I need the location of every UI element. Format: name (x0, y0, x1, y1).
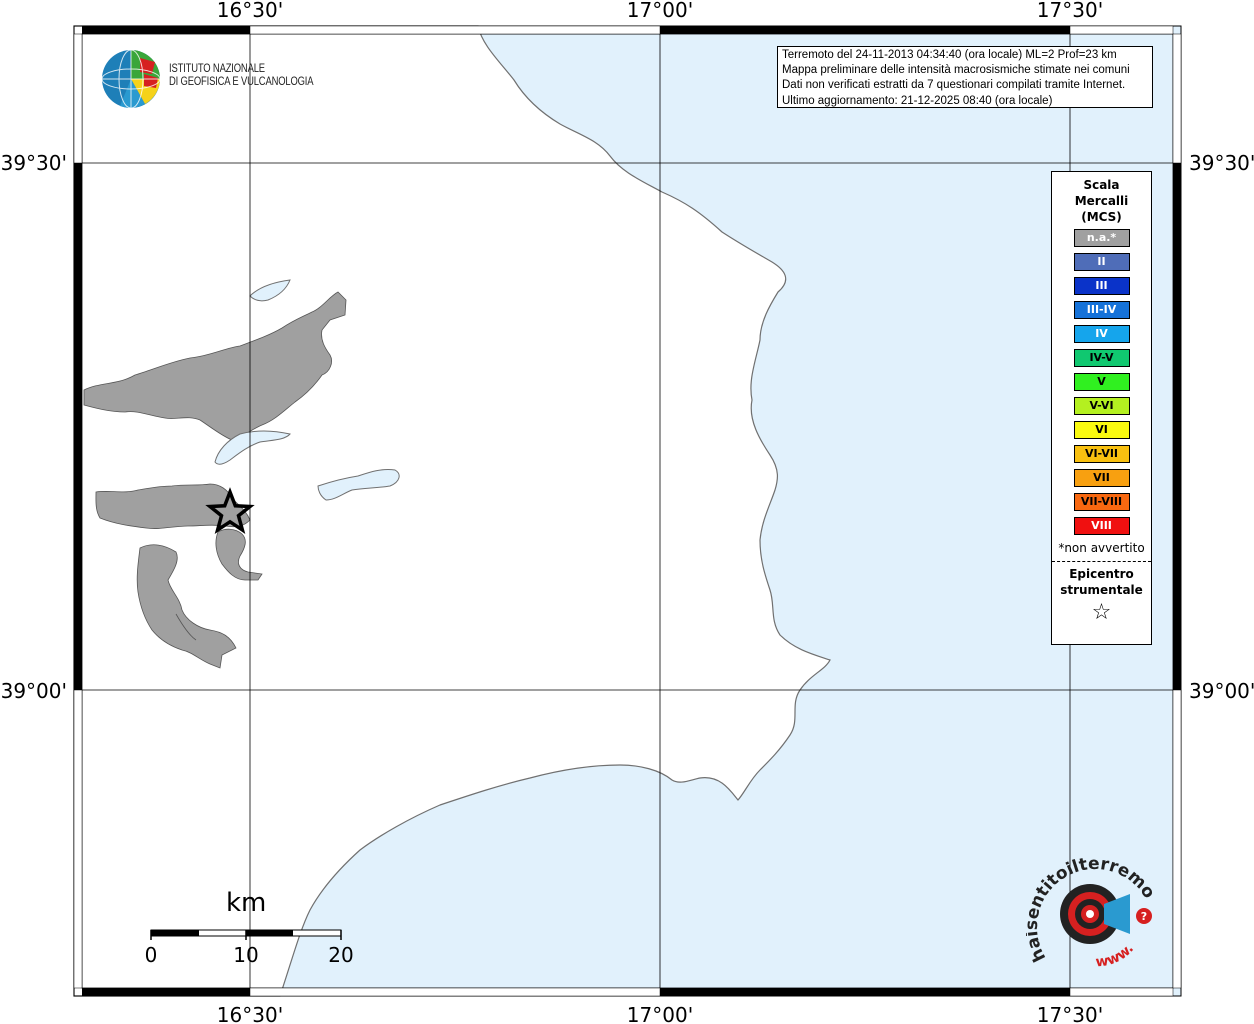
legend-item: III-IV (1073, 301, 1130, 319)
info-line: Ultimo aggiornamento: 21-12-2025 08:40 (… (782, 94, 1053, 107)
legend-item: VI-VII (1073, 445, 1130, 463)
lat-label-left: 39°00' (1, 679, 67, 703)
legend-item: VII-VIII (1073, 493, 1130, 511)
legend-item: VI (1073, 421, 1130, 439)
info-line: Terremoto del 24-11-2013 04:34:40 (ora l… (782, 49, 1117, 61)
lon-label-bottom: 17°00' (627, 1003, 693, 1024)
ingv-name-line: ISTITUTO NAZIONALE (169, 63, 265, 75)
lon-label-bottom: 16°30' (217, 1003, 283, 1024)
legend-items: n.a.* II III III-IV IV IV-V V V-VI VI VI-VII VII VI… (1052, 229, 1151, 535)
legend-star-icon: ☆ (1091, 600, 1112, 625)
scale-tick-label: 20 (328, 943, 353, 967)
legend-item: IV (1073, 325, 1130, 343)
scale-tick-label: 0 (145, 943, 158, 967)
legend-epicenter-line: Epicentro (1069, 567, 1134, 581)
earthquake-info-box: Terremoto del 24-11-2013 04:34:40 (ora l… (777, 46, 1153, 108)
svg-text:?: ? (1141, 910, 1147, 923)
lat-label-right: 39°30' (1189, 151, 1254, 175)
legend-item: III (1073, 277, 1130, 295)
haisentito-www: www. (1095, 941, 1137, 971)
lon-label-bottom: 17°30' (1037, 1003, 1103, 1024)
scale-unit-label: km (226, 888, 267, 918)
legend-note: *non avvertito (1058, 541, 1145, 555)
legend-epicenter-label: Epicentro strumentale (1052, 566, 1151, 598)
legend-item: II (1073, 253, 1130, 271)
legend-title-line: (MCS) (1081, 210, 1122, 224)
legend-title-line: Mercalli (1074, 194, 1129, 208)
info-line: Mappa preliminare delle intensità macros… (782, 64, 1130, 77)
legend-item: V (1073, 373, 1130, 391)
scale-tick-label: 10 (233, 943, 258, 967)
legend-item: VII (1073, 469, 1130, 487)
legend-item: n.a.* (1073, 229, 1130, 247)
legend-title-line: Scala (1083, 178, 1120, 192)
legend-title: Scala Mercalli (MCS) (1052, 177, 1151, 225)
legend-epicenter-line: strumentale (1060, 583, 1143, 597)
legend-item: IV-V (1073, 349, 1130, 367)
lon-label-top: 16°30' (217, 0, 283, 22)
legend-item: V-VI (1073, 397, 1130, 415)
lat-label-left: 39°30' (1, 151, 67, 175)
legend-item: VIII (1073, 517, 1130, 535)
lon-label-top: 17°00' (627, 0, 693, 22)
haisentito-logo[interactable]: ? haisentitoilterremoto.it www. (1026, 858, 1160, 974)
mcs-legend: Scala Mercalli (MCS) n.a.* II III III-IV IV I… (1051, 171, 1152, 645)
ingv-name: ISTITUTO NAZIONALE DI GEOFISICA E VULCAN… (169, 63, 314, 89)
lon-label-top: 17°30' (1037, 0, 1103, 22)
info-line: Dati non verificati estratti da 7 questi… (782, 79, 1126, 92)
legend-separator (1052, 561, 1151, 562)
lat-label-right: 39°00' (1189, 679, 1254, 703)
ingv-name-line: DI GEOFISICA E VULCANOLOGIA (169, 76, 314, 88)
